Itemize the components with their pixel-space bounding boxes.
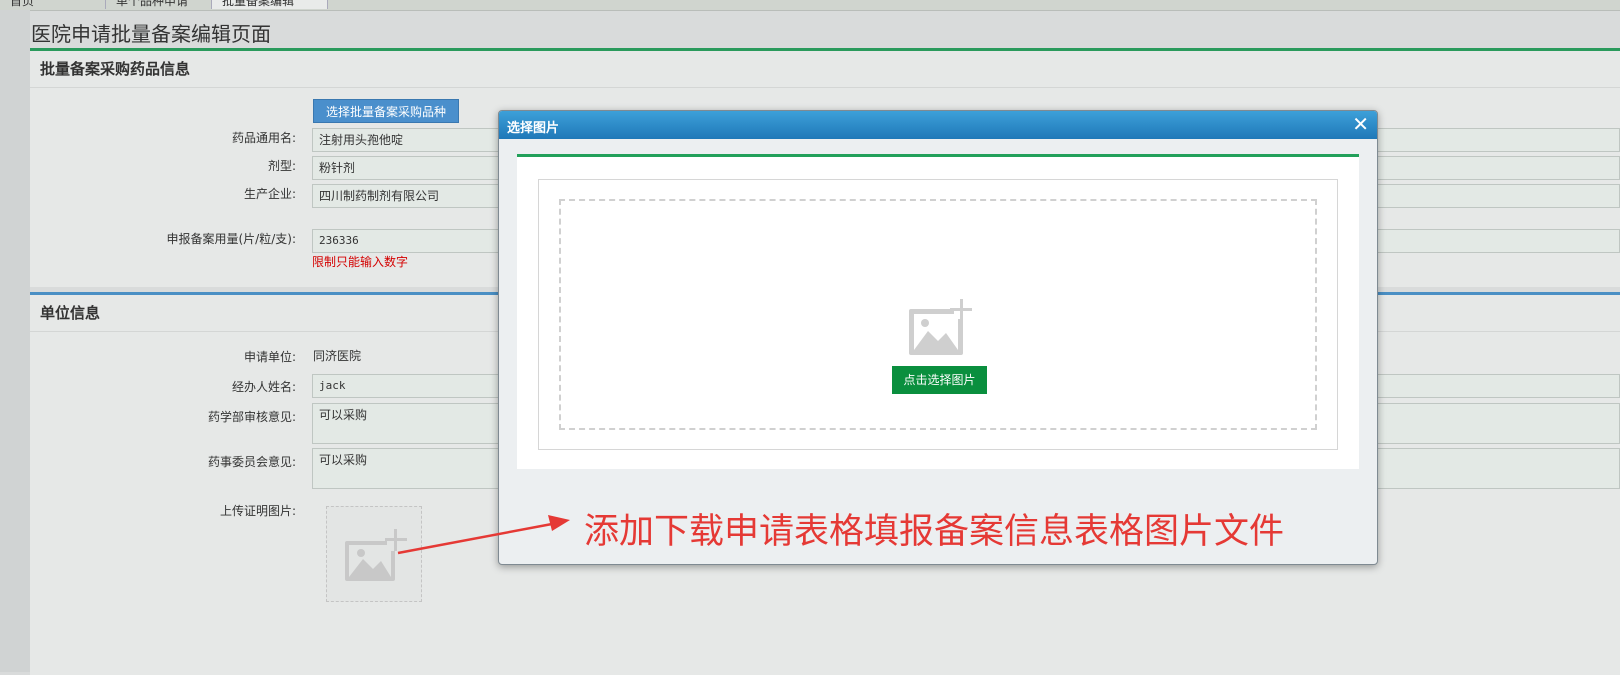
quantity-label: 申报备案用量(片/粒/支): (166, 232, 297, 246)
tab-single-apply[interactable]: 单个品种申请 (106, 0, 212, 9)
upload-label: 上传证明图片: (219, 504, 296, 518)
dialog-content: 点击选择图片 (517, 154, 1359, 469)
select-variety-button[interactable]: 选择批量备案采购品种 (313, 99, 459, 123)
select-image-dialog: 选择图片 ✕ 点击选择图片 (498, 110, 1378, 565)
image-drop-area[interactable]: 点击选择图片 (559, 199, 1317, 430)
generic-name-label: 药品通用名: (231, 131, 296, 145)
committee-opinion-label: 药事委员会意见: (207, 455, 296, 469)
dialog-header: 选择图片 ✕ (499, 111, 1377, 139)
close-icon[interactable]: ✕ (1352, 113, 1369, 135)
quantity-hint: 限制只能输入数字 (312, 255, 409, 269)
pharmacy-opinion-label: 药学部审核意见: (207, 410, 296, 424)
upload-image-box[interactable] (326, 506, 422, 602)
applicant-value: 同济医院 (313, 349, 362, 363)
add-image-icon (909, 299, 972, 355)
applicant-label: 申请单位: (243, 350, 296, 364)
dialog-title: 选择图片 (507, 121, 560, 136)
tab-home[interactable]: 首页 (0, 0, 106, 9)
manufacturer-label: 生产企业: (243, 187, 296, 201)
image-frame: 点击选择图片 (538, 179, 1338, 450)
add-image-icon (345, 529, 407, 581)
annotation-text: 添加下载申请表格填报备案信息表格图片文件 (584, 512, 1285, 552)
dosage-form-label: 剂型: (267, 159, 296, 173)
handler-label: 经办人姓名: (231, 380, 296, 394)
drug-section-title: 批量备案采购药品信息 (30, 51, 1620, 88)
page-title: 医院申请批量备案编辑页面 (31, 22, 271, 46)
tab-batch-edit[interactable]: 批量备案编辑 (212, 0, 328, 9)
left-strip (0, 10, 30, 672)
choose-image-button[interactable]: 点击选择图片 (892, 366, 987, 394)
tab-bar: 首页 单个品种申请 批量备案编辑 (0, 0, 1620, 11)
